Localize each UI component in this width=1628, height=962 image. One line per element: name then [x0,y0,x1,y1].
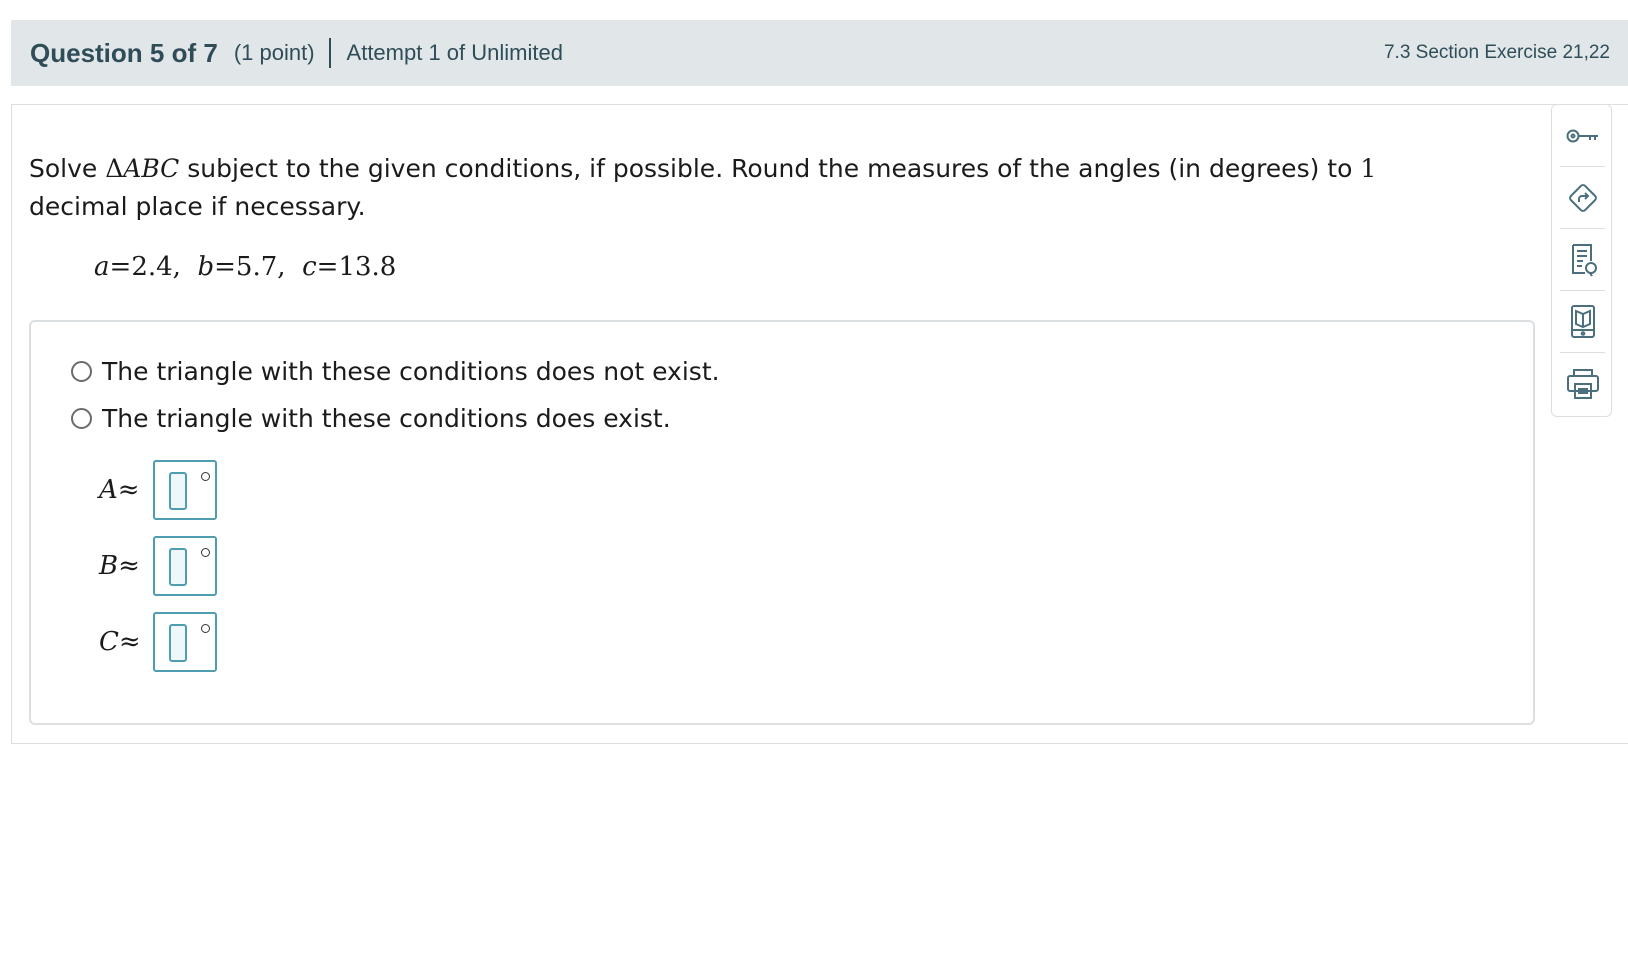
decimal-places: 1 [1360,154,1377,183]
option-not-exist[interactable]: The triangle with these conditions does … [71,357,720,386]
angle-label: A≈ [99,475,153,505]
answer-slot[interactable] [169,624,187,662]
approx-symbol: ≈ [118,551,140,581]
degree-symbol [201,624,210,633]
prompt-text: subject to the given conditions, if poss… [179,154,1361,183]
degree-symbol [201,472,210,481]
value-a: 2.4 [131,252,173,282]
question-points: (1 point) [233,40,315,65]
radio-button[interactable] [71,408,92,429]
print-icon[interactable] [1552,353,1613,414]
angle-var: A [99,475,118,505]
triangle-name: ABC [123,154,180,183]
side-toolbar [1551,104,1612,417]
prompt-text: Solve [29,154,106,183]
approx-symbol: ≈ [117,475,140,505]
value-c: 13.8 [338,252,397,282]
radio-button[interactable] [71,361,92,382]
answer-slot[interactable] [169,548,187,586]
section-label: 7.3 Section Exercise 21,22 [1383,42,1610,63]
textbook-icon[interactable] [1552,291,1613,352]
option-label: The triangle with these conditions does … [102,357,720,386]
question-header: Question 5 of 7 (1 point) Attempt 1 of U… [11,20,1628,86]
hint-icon[interactable] [1552,229,1613,290]
angle-c-input[interactable] [153,612,217,672]
option-label: The triangle with these conditions does … [102,404,671,433]
angle-label: C≈ [99,627,153,657]
given-values: a=2.4, b=5.7, c=13.8 [94,252,397,282]
triangle-symbol: Δ [105,154,124,183]
approx-symbol: ≈ [118,627,141,657]
angle-label: B≈ [99,551,153,581]
angle-var: B [99,551,119,581]
share-arrow-icon[interactable] [1552,167,1613,228]
angle-a-input[interactable] [153,460,217,520]
angle-var: C [99,627,119,657]
attempt-counter: Attempt 1 of Unlimited [346,40,563,65]
angle-row-a: A≈ [99,460,217,520]
prompt-text: decimal place if necessary. [29,192,366,221]
question-prompt: Solve ΔABC subject to the given conditio… [29,150,1459,226]
key-icon[interactable] [1552,105,1613,166]
angle-row-c: C≈ [99,612,217,672]
degree-symbol [201,548,210,557]
var-a: a [94,252,110,282]
header-divider [328,38,331,68]
option-does-exist[interactable]: The triangle with these conditions does … [71,404,671,433]
value-b: 5.7 [235,252,278,282]
var-c: c [302,252,317,282]
answer-slot[interactable] [169,472,187,510]
angle-row-b: B≈ [99,536,217,596]
question-title: Question 5 of 7 [30,37,218,68]
var-b: b [197,252,215,282]
angle-b-input[interactable] [153,536,217,596]
